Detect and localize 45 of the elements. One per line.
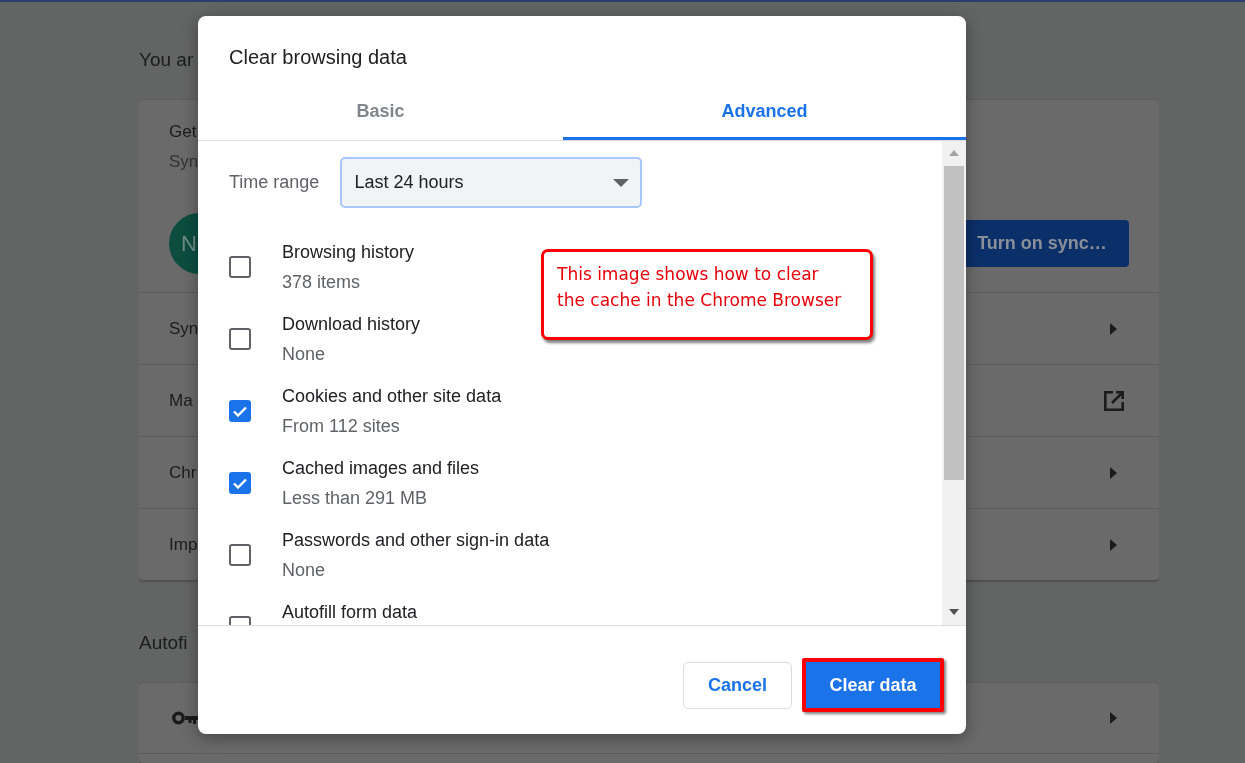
- tab[interactable]: Basic: [198, 86, 563, 140]
- checkbox[interactable]: [229, 544, 251, 566]
- caret-right-icon: [1110, 712, 1117, 724]
- external-link-icon: [1102, 388, 1126, 413]
- item-detail: None: [282, 559, 326, 582]
- item-label: Browsing history: [282, 241, 415, 264]
- caret-right-icon: [1110, 322, 1117, 335]
- dialog-title: Clear browsing data: [228, 45, 408, 70]
- item-detail: 378 items: [282, 271, 361, 294]
- section-heading: You ar: [139, 49, 194, 71]
- item-label: Cookies and other site data: [282, 385, 502, 408]
- scrollbar-thumb[interactable]: [944, 166, 964, 480]
- row-label: Chr: [169, 462, 197, 483]
- item-label: Autofill form data: [282, 601, 418, 624]
- checkbox[interactable]: [229, 256, 251, 278]
- item-label: Cached images and files: [282, 457, 480, 480]
- item-label: Passwords and other sign-in data: [282, 529, 550, 552]
- caret-right-icon: [1110, 538, 1117, 551]
- item-detail: From 112 sites: [282, 415, 400, 438]
- scroll-down-icon[interactable]: [949, 609, 959, 615]
- check-icon: [233, 477, 247, 489]
- item-detail: Less than 291 MB: [282, 487, 428, 510]
- clear-data-button[interactable]: Clear data: [802, 658, 944, 712]
- key-icon: [172, 711, 198, 725]
- item-detail: None: [282, 343, 326, 366]
- row-label: Syn: [169, 318, 199, 339]
- field-label: Time range: [229, 172, 320, 193]
- section-heading: Autofi: [139, 632, 188, 654]
- checkbox[interactable]: [229, 472, 251, 494]
- checkbox[interactable]: [229, 328, 251, 350]
- tab[interactable]: Advanced: [563, 86, 966, 140]
- card-title: Get: [169, 121, 197, 143]
- row-label: Imp: [169, 534, 198, 555]
- item-label: Download history: [282, 313, 421, 336]
- time-range-select[interactable]: Last 24 hours: [340, 157, 643, 208]
- avatar-initial: N: [181, 230, 197, 257]
- check-icon: [233, 405, 247, 417]
- checkbox[interactable]: [229, 400, 251, 422]
- caret-right-icon: [1110, 466, 1117, 479]
- cancel-button[interactable]: Cancel: [683, 661, 792, 709]
- caret-down-icon: [613, 178, 630, 187]
- annotation-callout: This image shows how to clear the cache in the Chrome Browser: [541, 249, 873, 340]
- row-label: Ma: [169, 390, 193, 411]
- scrollbar[interactable]: [942, 141, 966, 625]
- card-subtitle: Syn: [169, 151, 199, 173]
